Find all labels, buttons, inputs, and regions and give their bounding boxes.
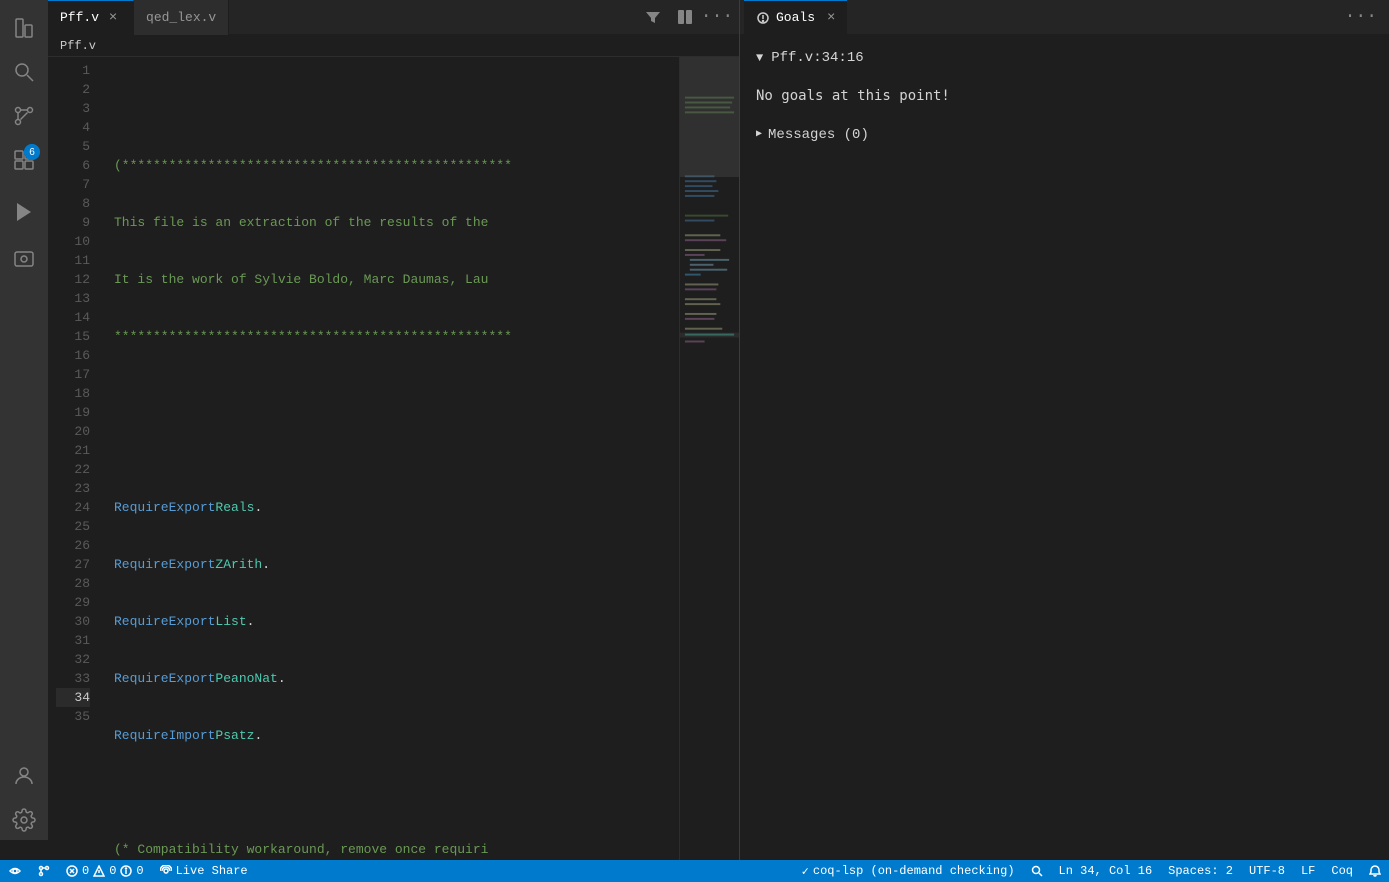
status-position[interactable]: Ln 34, Col 16 <box>1051 860 1161 882</box>
status-error-count: 0 <box>82 864 89 878</box>
tab-pff-label: Pff.v <box>60 10 99 25</box>
goals-location-text: Pff.v:34:16 <box>771 47 863 69</box>
search-icon <box>1031 865 1043 877</box>
goals-no-goals: No goals at this point! <box>756 85 1373 107</box>
status-info-count: 0 <box>136 864 143 878</box>
status-bell[interactable] <box>1361 860 1389 882</box>
code-line-6 <box>114 384 679 403</box>
goals-messages-label: Messages (0) <box>768 124 869 146</box>
code-line-13 <box>114 783 679 802</box>
code-line-2: (***************************************… <box>114 156 679 175</box>
status-line-endings[interactable]: LF <box>1293 860 1323 882</box>
status-bar: 0 0 0 Live Share ✓ coq-lsp (on <box>0 860 1389 882</box>
code-line-8: Require Export Reals. <box>114 498 679 517</box>
status-encoding[interactable]: UTF-8 <box>1241 860 1293 882</box>
line-numbers: 1 2 3 4 5 6 7 8 9 10 11 12 13 14 15 16 1… <box>48 57 98 860</box>
status-left: 0 0 0 Live Share <box>0 860 256 882</box>
sidebar-item-coq[interactable] <box>4 240 44 280</box>
info-icon <box>120 865 132 877</box>
status-right: ✓ coq-lsp (on-demand checking) Ln 34, Co… <box>794 860 1389 882</box>
branch-icon <box>38 865 50 877</box>
tab-qed-lex[interactable]: qed_lex.v <box>134 0 229 35</box>
status-line-endings-label: LF <box>1301 864 1315 878</box>
goals-location-collapse-icon[interactable]: ▼ <box>756 49 763 68</box>
warning-icon <box>93 865 105 877</box>
status-live-share-label: Live Share <box>176 864 248 878</box>
status-position-label: Ln 34, Col 16 <box>1059 864 1153 878</box>
status-language[interactable]: Coq <box>1323 860 1361 882</box>
editor-area: Pff.v × qed_lex.v ··· Pff.v <box>48 0 739 860</box>
status-spaces[interactable]: Spaces: 2 <box>1160 860 1241 882</box>
goals-messages[interactable]: ▶ Messages (0) <box>756 124 1373 146</box>
status-search-btn[interactable] <box>1023 860 1051 882</box>
sidebar-item-extensions[interactable]: 6 <box>4 140 44 180</box>
tab-pff-close[interactable]: × <box>105 10 121 26</box>
goals-content: ▼ Pff.v:34:16 No goals at this point! ▶ … <box>740 35 1389 860</box>
tab-bar: Pff.v × qed_lex.v ··· <box>48 0 739 35</box>
code-line-14: (* Compatibility workaround, remove once… <box>114 840 679 859</box>
code-line-10: Require Export List. <box>114 612 679 631</box>
goals-tab-close[interactable]: × <box>827 10 835 26</box>
status-errors[interactable]: 0 0 0 <box>58 860 152 882</box>
code-line-1 <box>114 99 679 118</box>
code-line-3: This file is an extraction of the result… <box>114 213 679 232</box>
code-line-9: Require Export ZArith. <box>114 555 679 574</box>
code-line-12: Require Import Psatz. <box>114 726 679 745</box>
tab-actions: ··· <box>639 3 739 31</box>
status-coq-lsp-label: coq-lsp (on-demand checking) <box>813 864 1015 878</box>
goals-tab[interactable]: Goals × <box>744 0 847 35</box>
status-coq-lsp[interactable]: ✓ coq-lsp (on-demand checking) <box>794 860 1023 882</box>
sidebar-item-source-control[interactable] <box>4 96 44 136</box>
goals-tab-label: Goals <box>776 10 815 25</box>
code-line-5: ****************************************… <box>114 327 679 346</box>
goals-tab-more-btn[interactable]: ··· <box>1337 7 1385 27</box>
minimap[interactable] <box>679 57 739 860</box>
tab-pff[interactable]: Pff.v × <box>48 0 134 35</box>
code-editor[interactable]: 1 2 3 4 5 6 7 8 9 10 11 12 13 14 15 16 1… <box>48 57 739 860</box>
sidebar-item-explorer[interactable] <box>4 8 44 48</box>
sidebar-item-settings[interactable] <box>4 800 44 840</box>
goals-icon <box>756 11 770 25</box>
code-line-4: It is the work of Sylvie Boldo, Marc Dau… <box>114 270 679 289</box>
sidebar-item-account[interactable] <box>4 756 44 796</box>
minimap-slider[interactable] <box>680 57 739 177</box>
status-remote-btn[interactable] <box>0 860 30 882</box>
status-warning-count: 0 <box>109 864 116 878</box>
status-branch[interactable] <box>30 860 58 882</box>
code-line-7 <box>114 441 679 460</box>
goals-tab-bar: Goals × ··· <box>740 0 1389 35</box>
sidebar-item-search[interactable] <box>4 52 44 92</box>
main-area: Pff.v × qed_lex.v ··· Pff.v <box>48 0 1389 860</box>
status-spaces-label: Spaces: 2 <box>1168 864 1233 878</box>
breadcrumb-file: Pff.v <box>60 39 96 53</box>
error-icon <box>66 865 78 877</box>
activity-bar: 6 <box>0 0 48 840</box>
status-live-share[interactable]: Live Share <box>152 860 256 882</box>
bell-icon <box>1369 865 1381 877</box>
goals-messages-arrow-icon: ▶ <box>756 127 762 143</box>
sidebar-item-run[interactable] <box>4 192 44 232</box>
goals-panel: Goals × ··· ▼ Pff.v:34:16 No goals at th… <box>739 0 1389 860</box>
breadcrumb: Pff.v <box>48 35 739 57</box>
tab-split-btn[interactable] <box>671 3 699 31</box>
broadcast-icon <box>160 865 172 877</box>
status-check-icon: ✓ <box>802 864 809 879</box>
badge: 6 <box>24 144 40 160</box>
status-encoding-label: UTF-8 <box>1249 864 1285 878</box>
code-line-11: Require Export PeanoNat. <box>114 669 679 688</box>
code-content[interactable]: (***************************************… <box>98 57 679 860</box>
tab-more-btn[interactable]: ··· <box>703 3 731 31</box>
tab-filter-btn[interactable] <box>639 3 667 31</box>
goals-location: ▼ Pff.v:34:16 <box>756 47 1373 69</box>
tab-qed-lex-label: qed_lex.v <box>146 10 216 25</box>
remote-icon <box>8 864 22 878</box>
status-language-label: Coq <box>1331 864 1353 878</box>
